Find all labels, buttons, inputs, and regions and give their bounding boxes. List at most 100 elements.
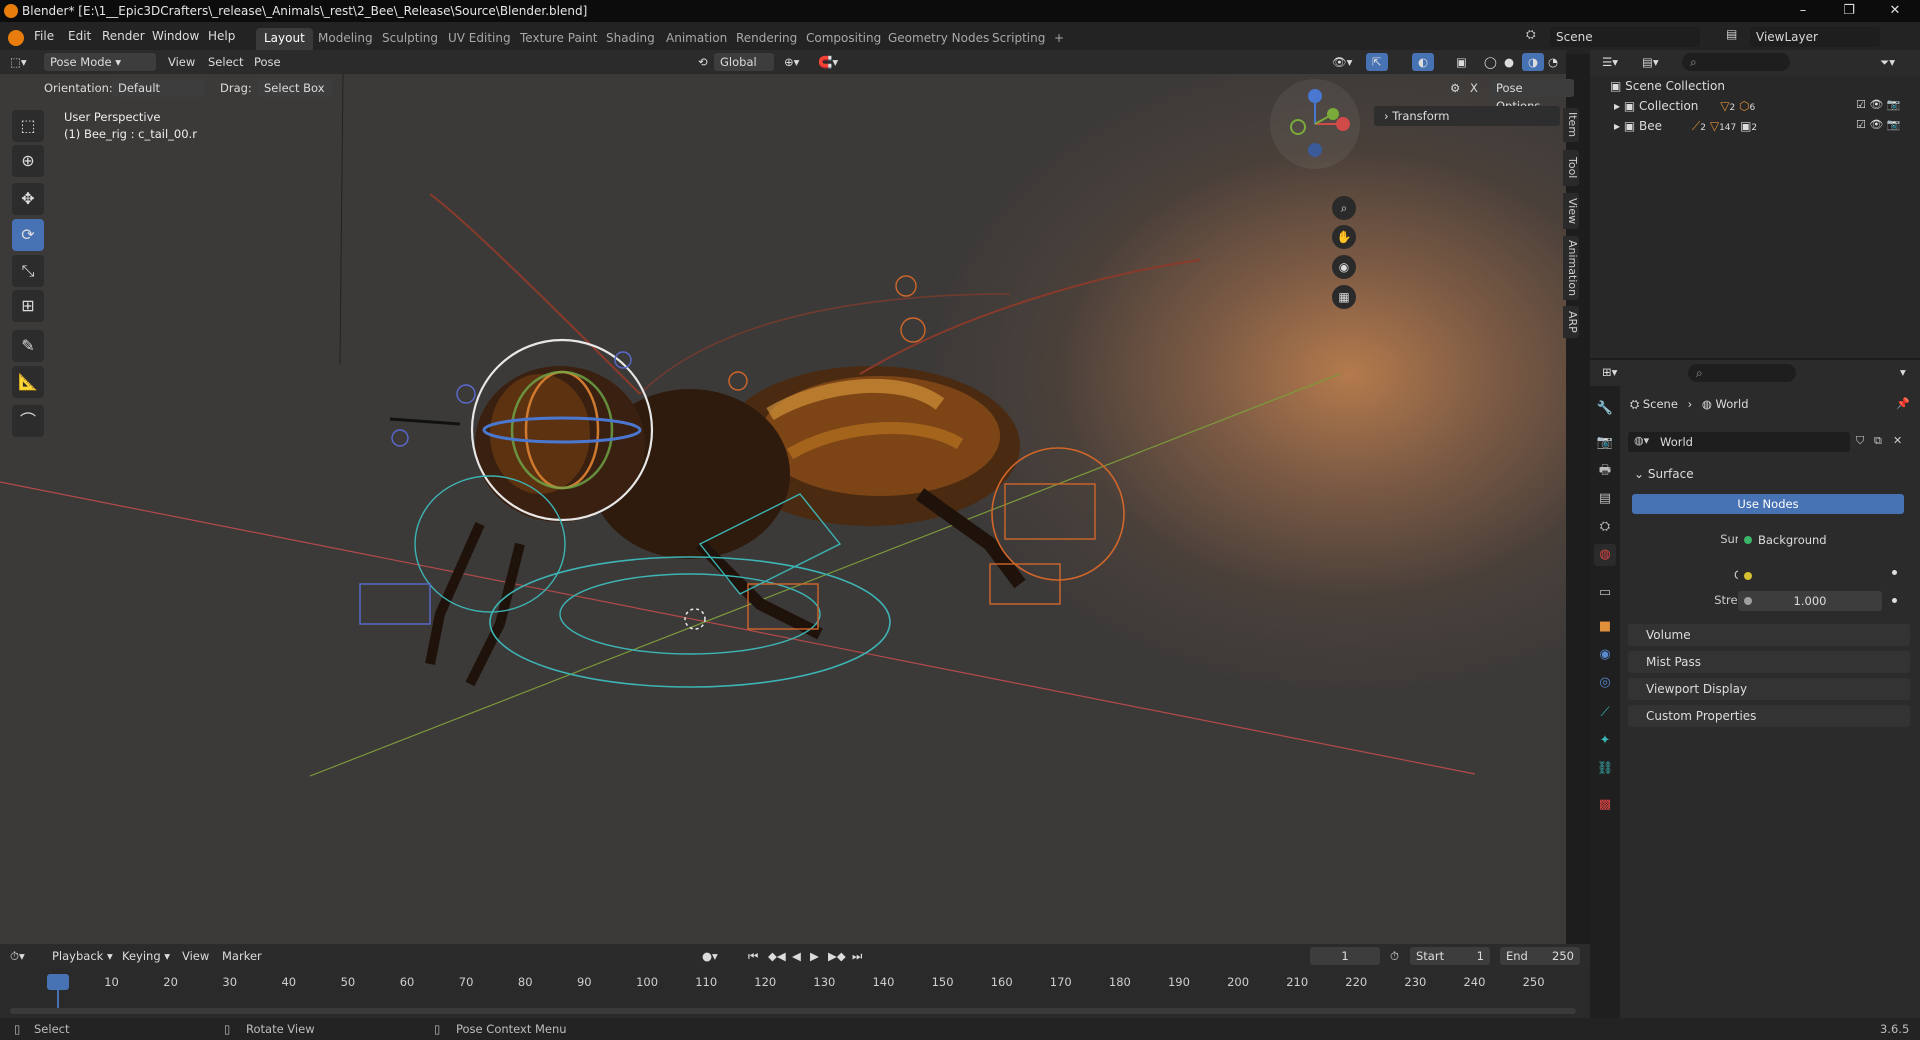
scene-tab-icon[interactable]: ⛭	[1594, 516, 1616, 538]
output-tab-icon[interactable]: 🖶	[1594, 460, 1616, 482]
blender-menu-icon[interactable]	[8, 30, 24, 46]
keyframe-dot-icon[interactable]	[1892, 570, 1897, 575]
select-menu[interactable]: Select	[208, 53, 243, 71]
close-button[interactable]: ✕	[1872, 0, 1918, 22]
transform-tool-icon[interactable]: ⊞	[12, 290, 44, 322]
fake-user-icon[interactable]: ⛉	[1856, 434, 1864, 448]
object-data-tab-icon[interactable]: ⟋	[1594, 702, 1616, 724]
start-frame-field[interactable]: Start 1	[1410, 947, 1490, 965]
surface-shader-selector[interactable]: Background	[1738, 530, 1882, 550]
tab-texture-paint[interactable]: Texture Paint	[512, 28, 605, 50]
perspective-grid-icon[interactable]: ▦	[1332, 285, 1356, 309]
move-tool-icon[interactable]: ✥	[12, 183, 44, 215]
minimize-button[interactable]: –	[1780, 0, 1826, 22]
solid-shading-icon[interactable]: ●	[1504, 53, 1514, 71]
tab-modeling[interactable]: Modeling	[310, 28, 381, 50]
jump-keyframe-back-icon[interactable]: ◆◀	[768, 947, 786, 965]
pose-options-dropdown[interactable]: Pose Options	[1490, 79, 1574, 113]
playback-menu[interactable]: Playback ▾	[52, 947, 113, 965]
menu-edit[interactable]: Edit	[68, 29, 91, 43]
strength-field[interactable]: 1.000	[1738, 591, 1882, 611]
tab-layout[interactable]: Layout	[256, 28, 313, 50]
render-tab-icon[interactable]: 📷	[1594, 432, 1616, 454]
menu-file[interactable]: File	[34, 29, 54, 43]
new-world-icon[interactable]: ⧉	[1874, 434, 1882, 448]
menu-window[interactable]: Window	[152, 29, 199, 43]
bee-visibility-icons[interactable]: ☑ 👁 📷	[1856, 118, 1901, 131]
timeline-scrollbar[interactable]	[10, 1008, 1576, 1014]
wireframe-shading-icon[interactable]: ◯	[1484, 53, 1497, 71]
viewport-display-panel-header[interactable]: Viewport Display	[1628, 678, 1910, 700]
zoom-icon[interactable]: ⌕	[1332, 196, 1356, 220]
world-datablock-selector[interactable]: World	[1628, 432, 1850, 452]
tab-uv-editing[interactable]: UV Editing	[440, 28, 519, 50]
3d-viewport[interactable]	[0, 74, 1566, 944]
restore-button[interactable]: ❐	[1826, 0, 1872, 22]
collection-visibility-icons[interactable]: ☑ 👁 📷	[1856, 98, 1901, 111]
pin-icon[interactable]: 📌	[1896, 397, 1910, 410]
end-frame-field[interactable]: End 250	[1500, 947, 1580, 965]
bone-roll-tool-icon[interactable]: ⌒	[12, 405, 44, 437]
tab-geometry-nodes[interactable]: Geometry Nodes	[880, 28, 997, 50]
volume-panel-header[interactable]: Volume	[1628, 624, 1910, 646]
use-nodes-button[interactable]: Use Nodes	[1632, 494, 1904, 514]
side-tab-item[interactable]: Item	[1563, 108, 1579, 142]
menu-render[interactable]: Render	[102, 29, 145, 43]
viewlayer-selector[interactable]: ViewLayer	[1750, 27, 1880, 47]
collection-tab-icon[interactable]: ▭	[1594, 582, 1616, 604]
view-menu[interactable]: View	[168, 53, 195, 71]
gizmo-toggle-icon[interactable]: ⇱	[1366, 53, 1388, 71]
outliner-item-bee[interactable]: ▸ ▣ Bee ⟋2 ▽147 ▣2	[1614, 116, 1757, 136]
play-icon[interactable]: ▶	[810, 947, 819, 965]
outliner-search-input[interactable]: ⌕	[1682, 53, 1790, 71]
x-mirror-icon[interactable]: X	[1470, 79, 1478, 97]
overlay-toggle-icon[interactable]: ◐	[1412, 53, 1435, 71]
viewlayer-icon[interactable]: ▤	[1726, 27, 1746, 47]
annotate-tool-icon[interactable]: ✎	[12, 330, 44, 362]
keyframe-dot-icon[interactable]	[1892, 598, 1897, 603]
transform-orientation-selector[interactable]: Global	[714, 53, 774, 71]
measure-tool-icon[interactable]: 📐	[12, 366, 44, 398]
texture-tab-icon[interactable]: ▩	[1594, 794, 1616, 816]
scene-selector[interactable]: Scene	[1550, 27, 1700, 47]
pose-menu[interactable]: Pose	[254, 53, 281, 71]
world-tab-icon[interactable]: ◍	[1594, 544, 1616, 566]
color-swatch[interactable]	[1738, 566, 1882, 586]
properties-options-icon[interactable]: ▾	[1900, 363, 1906, 381]
play-reverse-icon[interactable]: ◀	[792, 947, 801, 965]
unlink-world-icon[interactable]: ✕	[1893, 434, 1902, 447]
jump-end-icon[interactable]: ⏭	[852, 947, 862, 965]
bone-tab-icon[interactable]: ✦	[1594, 730, 1616, 752]
transform-panel-header[interactable]: › Transform	[1374, 106, 1560, 126]
visibility-icon[interactable]: 👁▾	[1332, 53, 1352, 71]
outliner-item-collection[interactable]: ▸ ▣ Collection ▽2 ⬡6	[1614, 96, 1755, 116]
scene-icon[interactable]: ⛭	[1526, 27, 1546, 47]
menu-help[interactable]: Help	[208, 29, 235, 43]
drag-dropdown[interactable]: Select Box	[258, 79, 332, 97]
tool-settings-icon[interactable]: ⚙	[1450, 79, 1460, 97]
timeline-view-menu[interactable]: View	[182, 947, 209, 965]
mode-selector[interactable]: Pose Mode ▾	[44, 53, 156, 71]
marker-menu[interactable]: Marker	[222, 947, 262, 965]
modifier-tab-icon[interactable]: ◉	[1594, 644, 1616, 666]
keying-menu[interactable]: Keying ▾	[122, 947, 170, 965]
pan-hand-icon[interactable]: ✋	[1332, 225, 1356, 249]
tab-scripting[interactable]: Scripting	[984, 28, 1053, 50]
jump-start-icon[interactable]: ⏮	[748, 947, 758, 965]
current-frame-field[interactable]: 1	[1310, 947, 1380, 965]
tab-rendering[interactable]: Rendering	[728, 28, 805, 50]
timeline-editor-icon[interactable]: ⏱▾	[10, 947, 25, 965]
xray-toggle-icon[interactable]: ▣	[1456, 53, 1467, 71]
pivot-icon[interactable]: ⊕▾	[784, 53, 799, 71]
side-tab-view[interactable]: View	[1563, 193, 1579, 229]
tab-animation[interactable]: Animation	[658, 28, 735, 50]
cursor-tool-icon[interactable]: ⊕	[12, 145, 44, 177]
filter-icon[interactable]: ⏷▾	[1880, 53, 1895, 71]
mist-pass-panel-header[interactable]: Mist Pass	[1628, 651, 1910, 673]
properties-search-input[interactable]: ⌕	[1688, 364, 1796, 382]
side-tab-arp[interactable]: ARP	[1563, 306, 1579, 338]
editor-type-icon[interactable]: ⬚▾	[10, 53, 27, 71]
side-tab-animation[interactable]: Animation	[1563, 236, 1579, 300]
custom-properties-panel-header[interactable]: Custom Properties	[1628, 705, 1910, 727]
rotate-tool-icon[interactable]: ⟳	[12, 219, 44, 251]
